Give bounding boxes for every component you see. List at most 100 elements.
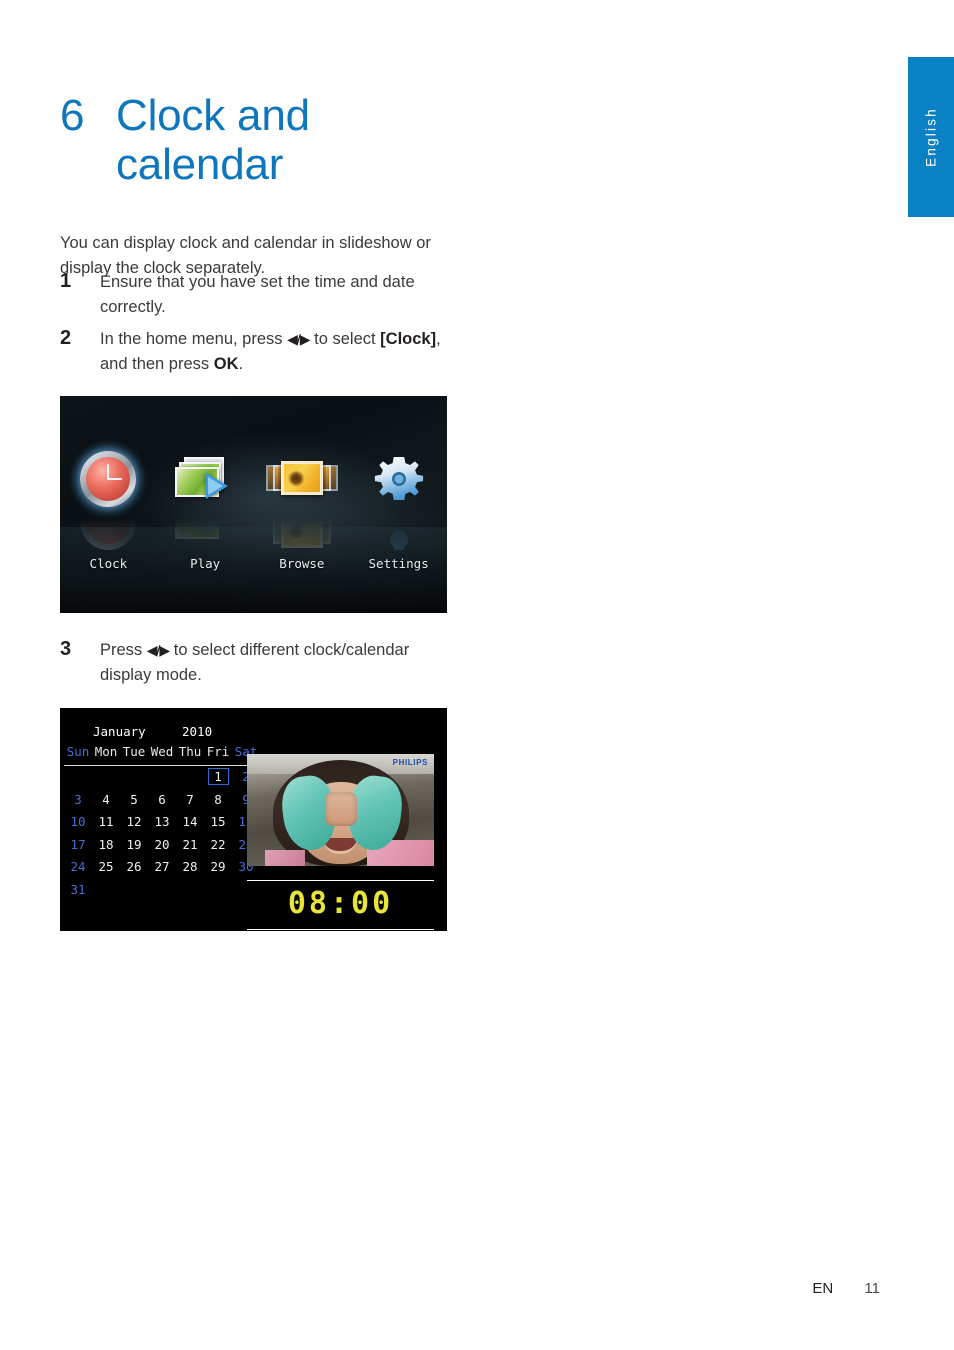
calendar-day-empty [148, 765, 176, 788]
clock-icon [80, 451, 137, 507]
home-menu-item-settings[interactable]: Settings [353, 442, 445, 571]
calendar-header-mon: Mon [94, 743, 118, 759]
calendar-week-row: 12 [64, 765, 260, 788]
step-1-text: Ensure that you have set the time and da… [100, 273, 415, 316]
photo-shirt-left [265, 850, 305, 866]
browse-icon-reflection [256, 514, 348, 550]
chapter-title: Clock and calendar [116, 91, 310, 190]
gear-icon-mirror-svg [389, 530, 408, 550]
page-footer: EN 11 [0, 1280, 954, 1297]
play-triangle-icon [206, 473, 229, 499]
calendar-day-29[interactable]: 29 [204, 856, 232, 879]
calendar-day-28[interactable]: 28 [176, 856, 204, 879]
calendar-day-empty [92, 765, 120, 788]
play-triangle-mirror [206, 514, 229, 533]
calendar-header-sun: Sun [66, 743, 90, 759]
home-menu-item-play[interactable]: Play [159, 442, 251, 571]
clock-icon-mirror [80, 514, 137, 550]
calendar-day-15[interactable]: 15 [204, 811, 232, 834]
step-2-ok-key: OK [213, 355, 239, 373]
calendar-day-27[interactable]: 27 [148, 856, 176, 879]
gear-icon [373, 453, 425, 505]
step-1-number: 1 [60, 270, 72, 292]
calendar-day-20[interactable]: 20 [148, 833, 176, 856]
step-3-number: 3 [60, 638, 72, 660]
step-2-text-before: In the home menu, press [100, 330, 288, 348]
calendar-photo: PHILIPS [247, 754, 434, 866]
calendar-selected-day[interactable]: 1 [207, 768, 229, 786]
calendar-week-row: 31 [64, 878, 260, 901]
calendar-day-3[interactable]: 3 [64, 788, 92, 811]
calendar-day-empty [120, 878, 148, 901]
calendar-day-18[interactable]: 18 [92, 833, 120, 856]
calendar-day-19[interactable]: 19 [120, 833, 148, 856]
calendar-day-1[interactable]: 1 [204, 765, 232, 788]
calendar-day-26[interactable]: 26 [120, 856, 148, 879]
step-2-text-end: . [238, 355, 244, 373]
play-icon-wrap [159, 442, 251, 516]
play-photos-icon [174, 456, 236, 502]
calendar-day-empty [176, 878, 204, 901]
calendar-day-21[interactable]: 21 [176, 833, 204, 856]
clock-icon-reflection [62, 514, 154, 550]
home-menu-label-settings: Settings [368, 556, 429, 571]
home-menu-label-clock: Clock [89, 556, 128, 571]
step-3: 3 Press ◀/▶ to select different clock/ca… [60, 638, 450, 688]
calendar-day-12[interactable]: 12 [120, 811, 148, 834]
calendar-table: Sun Mon Tue Wed Thu Fri Sat 1 2 3 4 5 6 7 8 9 10 1… [64, 740, 260, 901]
clock-time: 08:00 [287, 886, 394, 921]
calendar-day-6[interactable]: 6 [148, 788, 176, 811]
step-3-text: Press ◀/▶ to select different clock/cale… [100, 638, 450, 688]
calendar-day-31[interactable]: 31 [64, 878, 92, 901]
calendar-day-11[interactable]: 11 [92, 811, 120, 834]
calendar-day-24[interactable]: 24 [64, 856, 92, 879]
calendar-day-empty [64, 765, 92, 788]
home-menu-screenshot: Clock Play Browse Settings [60, 396, 447, 613]
calendar-day-4[interactable]: 4 [92, 788, 120, 811]
clock-hour-hand [107, 464, 110, 479]
gear-icon-mirror [373, 514, 425, 550]
calendar-day-25[interactable]: 25 [92, 856, 120, 879]
photo-hand-gap [325, 792, 357, 826]
gear-icon-svg [374, 457, 423, 500]
calendar-title: January 2010 [64, 724, 260, 740]
calendar-header-tue: Tue [122, 743, 146, 759]
step-1: 1 Ensure that you have set the time and … [60, 270, 450, 320]
calendar-week-row: 17 18 19 20 21 22 23 [64, 833, 260, 856]
calendar-header-wed: Wed [150, 743, 174, 759]
gear-icon-wrap [353, 442, 445, 516]
navigation-arrows-icon: ◀/▶ [287, 331, 310, 347]
calendar-day-13[interactable]: 13 [148, 811, 176, 834]
calendar-month: January [93, 724, 146, 739]
calendar-week-row: 10 11 12 13 14 15 16 [64, 811, 260, 834]
language-tab: English [908, 57, 954, 217]
clock-divider-top [247, 880, 434, 881]
calendar-header-thu: Thu [178, 743, 202, 759]
calendar-day-5[interactable]: 5 [120, 788, 148, 811]
calendar-day-22[interactable]: 22 [204, 833, 232, 856]
calendar-header-row: Sun Mon Tue Wed Thu Fri Sat [64, 740, 260, 765]
step-3-text-before: Press [100, 641, 147, 659]
calendar-day-empty [92, 878, 120, 901]
step-2: 2 In the home menu, press ◀/▶ to select … [60, 327, 450, 377]
calendar-panel: January 2010 Sun Mon Tue Wed Thu Fri Sat… [64, 724, 260, 901]
home-menu-item-clock[interactable]: Clock [62, 442, 154, 571]
browse-photos-icon [265, 459, 338, 499]
calendar-day-8[interactable]: 8 [204, 788, 232, 811]
calendar-year: 2010 [182, 724, 213, 739]
calendar-day-7[interactable]: 7 [176, 788, 204, 811]
calendar-day-14[interactable]: 14 [176, 811, 204, 834]
page-title: 6 Clock and calendar [60, 91, 480, 189]
calendar-week-row: 3456789 [64, 788, 260, 811]
step-2-text: In the home menu, press ◀/▶ to select [C… [100, 327, 450, 377]
play-icon-mirror [174, 514, 236, 550]
calendar-day-17[interactable]: 17 [64, 833, 92, 856]
home-menu-item-browse[interactable]: Browse [256, 442, 348, 571]
calendar-day-empty [176, 765, 204, 788]
chapter-number: 6 [60, 91, 85, 141]
philips-logo: PHILIPS [392, 758, 428, 767]
step-2-menu-name: [Clock] [380, 330, 437, 348]
step-2-number: 2 [60, 327, 72, 349]
clock-divider-bottom [247, 929, 434, 930]
calendar-day-10[interactable]: 10 [64, 811, 92, 834]
